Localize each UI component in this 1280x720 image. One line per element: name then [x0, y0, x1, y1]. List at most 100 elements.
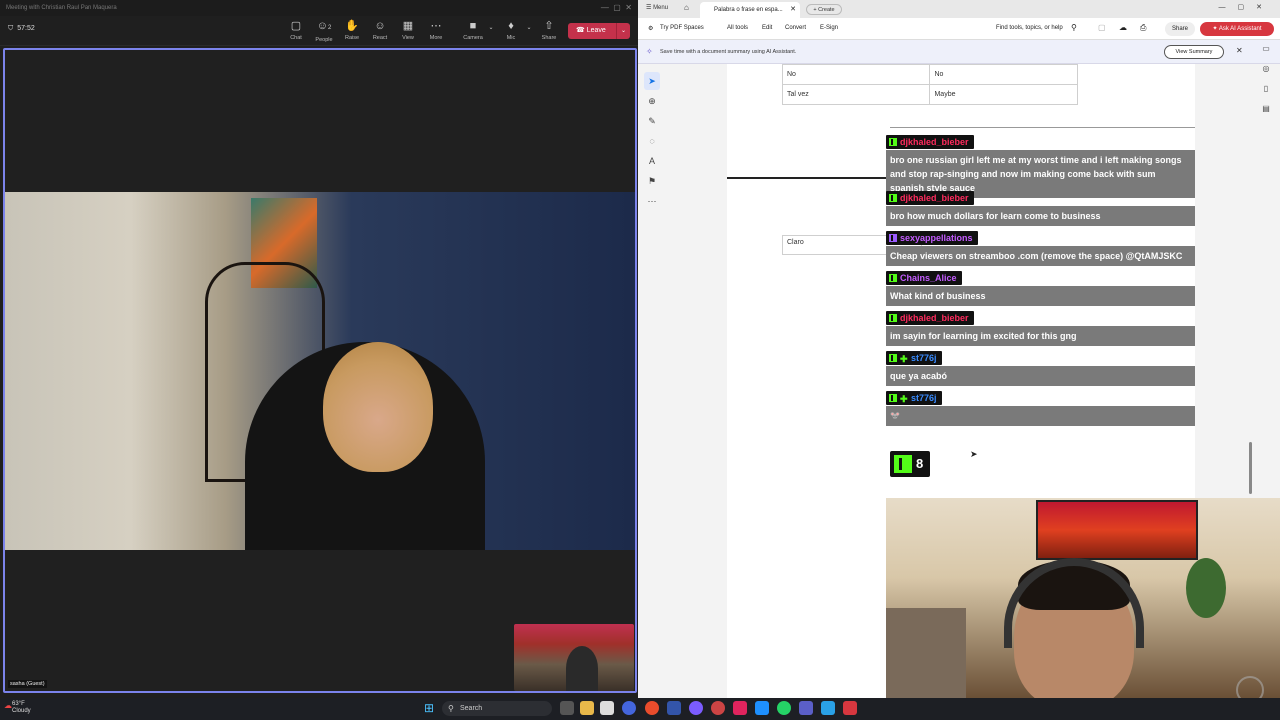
camera-button[interactable]: ■ Camera [459, 19, 487, 45]
close-banner-icon[interactable]: ✕ [1236, 46, 1243, 55]
more-icon: ⋯ [430, 20, 442, 32]
ask-ai-assistant-button[interactable]: ✦ Ask AI Assistant [1200, 22, 1274, 36]
select-cursor-icon[interactable]: ➤ [644, 72, 660, 90]
menu-button[interactable]: ☰ Menu [646, 4, 668, 11]
create-label: Create [818, 7, 835, 13]
task-view-icon[interactable] [560, 701, 574, 715]
taskbar-search[interactable]: ⚲ Search [442, 701, 552, 716]
edit-button[interactable]: Edit [762, 25, 772, 31]
acrobat-tab-bar: ☰ Menu ⌂ Palabra o frase en espa... ✕ + … [638, 0, 1280, 18]
kick-badge-icon [889, 138, 897, 146]
chrome-icon[interactable] [645, 701, 659, 715]
chat-message: djkhaled_bieber bro how much dollars for… [886, 188, 1195, 226]
convert-button[interactable]: Convert [785, 25, 806, 31]
meeting-title: Meeting with Christian Raul Pan Maquera [6, 5, 117, 11]
ai-banner-text: Save time with a document summary using … [660, 49, 797, 55]
ai-sparkle-icon: ✧ [646, 47, 653, 56]
stamp-icon[interactable]: ⚑ [644, 172, 660, 190]
chat-text: Cheap viewers on streamboo .com (remove … [886, 246, 1195, 266]
app-icon[interactable] [622, 701, 636, 715]
react-label: React [372, 35, 388, 41]
chat-message: ✚ st776j 🐭 [886, 388, 1195, 426]
hamburger-icon: ☰ [646, 5, 652, 11]
window-controls[interactable]: — ▢ ✕ [601, 0, 632, 16]
create-button[interactable]: + Create [806, 4, 842, 15]
app-icon[interactable] [733, 701, 747, 715]
chat-username: djkhaled_bieber [886, 135, 974, 149]
camera-options-chevron-icon[interactable]: ⌄ [486, 24, 496, 50]
view-summary-button[interactable]: View Summary [1164, 45, 1224, 59]
print-icon[interactable]: ⎙ [1140, 23, 1146, 33]
bookmark-icon[interactable]: ▯ [1258, 84, 1274, 104]
vertical-scrollbar[interactable] [1247, 60, 1255, 500]
people-button[interactable]: ☺2 People [310, 19, 338, 45]
window-controls[interactable]: —▢✕ [1219, 3, 1274, 11]
shield-icon: ⛉ [8, 25, 14, 32]
more-label: More [429, 35, 443, 41]
try-pdf-spaces-button[interactable]: Try PDF Spaces [660, 25, 704, 31]
view-button[interactable]: ▦ View [394, 19, 422, 45]
chat-text: im sayin for learning im excited for thi… [886, 326, 1195, 346]
acrobat-toolbar: ⚙ Try PDF Spaces All tools Edit Convert … [638, 18, 1280, 40]
app-icon[interactable] [689, 701, 703, 715]
store-icon[interactable] [600, 701, 614, 715]
chat-username-text: st776j [911, 393, 937, 403]
table-cell: No [781, 64, 931, 85]
document-tab-title: Palabra o frase en espa... [714, 7, 783, 13]
file-explorer-icon[interactable] [580, 701, 594, 715]
zoom-icon[interactable]: ⊕ [644, 92, 660, 110]
esign-button[interactable]: E-Sign [820, 25, 838, 31]
teams-icon[interactable] [799, 701, 813, 715]
share-button[interactable]: Share [1165, 22, 1195, 36]
windows-start-icon[interactable]: ⊞ [424, 702, 436, 714]
pages-icon[interactable]: ▤ [1258, 104, 1274, 124]
weather-widget[interactable]: ☁ 63°F Cloudy [4, 701, 31, 715]
home-icon[interactable]: ⌂ [684, 3, 689, 12]
ai-panel-icon[interactable]: ◎ [1258, 64, 1274, 84]
text-box-icon[interactable]: A [644, 152, 660, 170]
teams-meeting-window: Meeting with Christian Raul Pan Maquera … [0, 0, 638, 698]
chat-button[interactable]: ▢ Chat [282, 19, 310, 45]
app-icon[interactable] [667, 701, 681, 715]
kick-badge-icon [889, 354, 897, 362]
viewer-count: 8 [916, 456, 924, 471]
react-button[interactable]: ☺ React [366, 19, 394, 45]
mic-options-chevron-icon[interactable]: ⌄ [524, 24, 534, 50]
raise-hand-button[interactable]: ✋ Raise [338, 19, 366, 45]
meeting-timer-value: 57:52 [17, 25, 35, 32]
close-tab-icon[interactable]: ✕ [790, 2, 796, 18]
search-icon[interactable]: ⚲ [1071, 23, 1077, 32]
more-tools-icon[interactable]: ⋯ [644, 192, 660, 210]
participant-name-tag: sasha (Guest) [8, 680, 47, 688]
app-icon[interactable] [711, 701, 725, 715]
whatsapp-icon[interactable] [777, 701, 791, 715]
leave-button[interactable]: ☎ Leave ⌄ [568, 23, 630, 39]
right-tool-rail: ▭ ◎ ▯ ▤ [1258, 44, 1274, 124]
self-view-video[interactable] [514, 624, 634, 691]
windows-taskbar: ☁ 63°F Cloudy ⊞ ⚲ Search [0, 698, 1280, 720]
comment-icon[interactable]: ▭ [1258, 44, 1274, 64]
meeting-timer: ⛉ 57:52 [8, 25, 35, 33]
table-cell: Maybe [929, 84, 1078, 105]
acrobat-icon[interactable] [843, 701, 857, 715]
app-icon[interactable] [821, 701, 835, 715]
lasso-icon[interactable]: ◌ [644, 132, 660, 150]
pen-icon[interactable]: ✎ [644, 112, 660, 130]
mic-icon: ♦ [508, 20, 514, 32]
mic-button[interactable]: ♦ Mic [497, 19, 525, 45]
find-tools-search[interactable]: Find tools, topics, or help [996, 25, 1063, 31]
all-tools-button[interactable]: All tools [727, 25, 748, 31]
share-button[interactable]: ⇧ Share [535, 19, 563, 45]
camera-icon: ■ [469, 20, 477, 32]
more-button[interactable]: ⋯ More [422, 19, 450, 45]
document-tab[interactable]: Palabra o frase en espa... ✕ [700, 2, 800, 18]
streamer-webcam [886, 498, 1280, 698]
upload-icon[interactable]: ☁ [1119, 23, 1127, 32]
app-icon[interactable] [755, 701, 769, 715]
leave-options-chevron-icon[interactable]: ⌄ [616, 23, 630, 39]
save-icon[interactable]: ▢ [1098, 23, 1106, 32]
chat-username: sexyappellations [886, 231, 978, 245]
scrollbar-thumb[interactable] [1249, 442, 1252, 494]
chat-username: djkhaled_bieber [886, 191, 974, 205]
stream-chat-overlay: djkhaled_bieber bro one russian girl lef… [886, 128, 1195, 428]
